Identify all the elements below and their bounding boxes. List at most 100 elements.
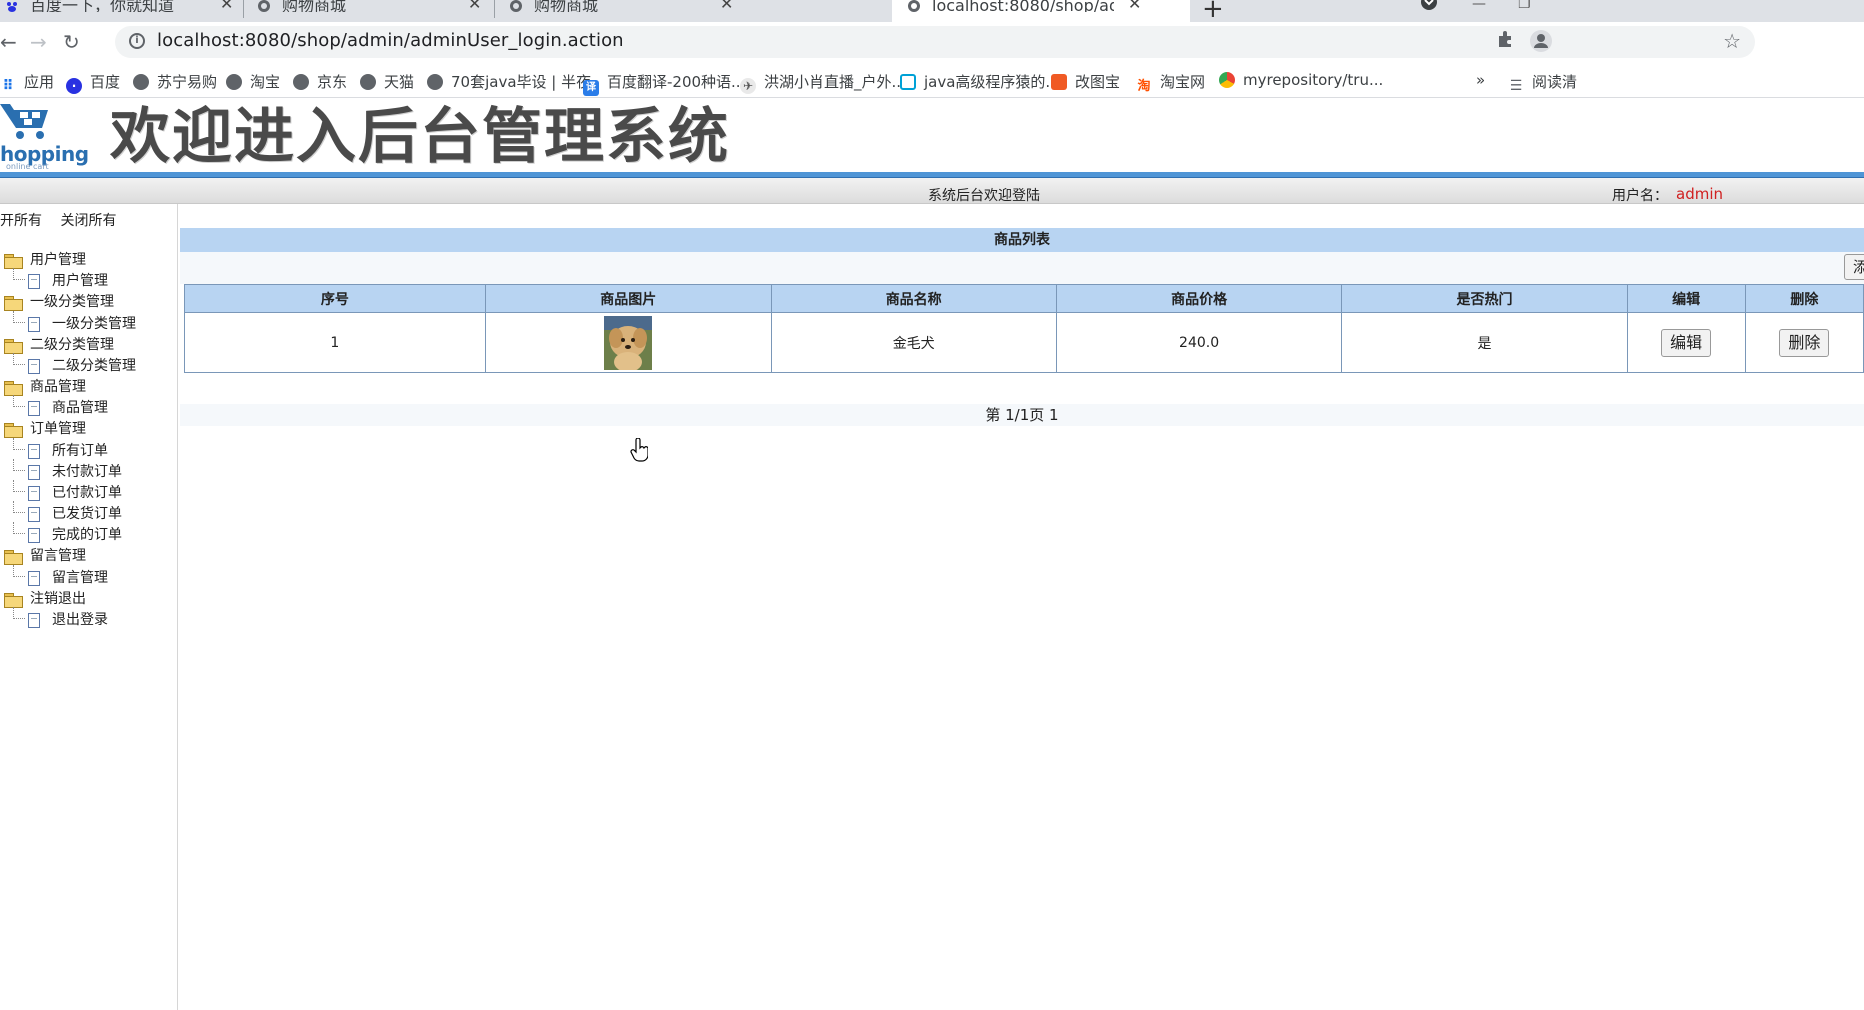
page-icon — [28, 317, 40, 332]
profile-icon[interactable] — [1530, 30, 1552, 57]
tab-baidu[interactable]: 百度一下，你就知道 ✕ — [4, 0, 240, 22]
info-icon[interactable]: i — [129, 33, 145, 49]
page-icon — [28, 359, 40, 374]
bookmark-taobaowang[interactable]: 淘淘宝网 — [1136, 71, 1205, 95]
collapse-all-link[interactable]: 关闭所有 — [60, 213, 116, 229]
tab-active-admin[interactable]: localhost:8080/shop/admin/ac ✕ — [892, 0, 1190, 22]
welcome-bar: 系统后台欢迎登陆 用户名： admin — [0, 178, 1864, 204]
close-icon[interactable]: ✕ — [720, 0, 733, 12]
sidebar-item-shipped-orders[interactable]: 已发货订单 — [0, 501, 122, 524]
apps-icon: ⠿ — [2, 78, 14, 94]
table-header-row: 序号 商品图片 商品名称 商品价格 是否热门 编辑 删除 — [184, 284, 1864, 313]
close-icon[interactable]: ✕ — [468, 0, 481, 12]
bookmark-suning[interactable]: 苏宁易购 — [133, 71, 217, 92]
back-icon[interactable]: ← — [0, 30, 17, 54]
bookmark-label: 70套java毕设 | 半夜 — [451, 73, 592, 91]
product-thumbnail[interactable] — [604, 315, 653, 372]
bookmark-apps[interactable]: ⠿ 应用 — [0, 71, 54, 94]
page-title: 欢迎进入后台管理系统 — [110, 102, 730, 172]
sidebar-group-product[interactable]: 商品管理 — [0, 377, 86, 397]
chevron-down-icon — [1421, 0, 1437, 10]
sidebar-item-logout[interactable]: 退出登录 — [0, 607, 108, 630]
sidebar-group-category1[interactable]: 一级分类管理 — [0, 292, 114, 312]
sidebar-group-category2[interactable]: 二级分类管理 — [0, 335, 114, 355]
tab-shop-2[interactable]: 购物商城 ✕ — [508, 0, 740, 22]
column-header: 是否热门 — [1341, 284, 1628, 313]
sidebar-group-logout[interactable]: 注销退出 — [0, 589, 86, 609]
delete-button[interactable]: 删除 — [1779, 328, 1830, 357]
username-value: admin — [1676, 185, 1723, 203]
cell-image — [484, 312, 772, 373]
add-bar: 添 — [180, 252, 1864, 284]
tree-line — [13, 395, 25, 407]
bookmark-repo[interactable]: myrepository/tru... — [1219, 71, 1383, 89]
sidebar-group-user[interactable]: 用户管理 — [0, 250, 86, 270]
bookmark-label: 淘宝 — [250, 73, 281, 91]
sidebar-item-unpaid-orders[interactable]: 未付款订单 — [0, 459, 122, 482]
sidebar-item-product[interactable]: 商品管理 — [0, 395, 108, 418]
sidebar-item-category2[interactable]: 二级分类管理 — [0, 353, 136, 376]
browser-tab-bar: 百度一下，你就知道 ✕ 购物商城 ✕ 购物商城 ✕ localhost:8080… — [0, 0, 1864, 24]
bookmark-taobao[interactable]: 淘宝 — [226, 71, 280, 92]
pagination[interactable]: 第 1/1页 1 — [180, 404, 1864, 426]
sidebar-group-order[interactable]: 订单管理 — [0, 419, 86, 439]
sidebar-item-category1[interactable]: 一级分类管理 — [0, 311, 136, 334]
avatar — [1530, 30, 1552, 52]
column-header: 商品名称 — [770, 284, 1057, 313]
bookmark-java[interactable]: 70套java毕设 | 半夜 — [427, 71, 591, 92]
column-header: 商品图片 — [484, 284, 772, 313]
bookmark-fanyi[interactable]: 译百度翻译-200种语... — [583, 71, 745, 96]
new-tab-button[interactable]: + — [1202, 0, 1224, 24]
browser-toolbar: ← → ↻ i localhost:8080/shop/admin/adminU… — [0, 22, 1864, 62]
forward-icon[interactable]: → — [30, 30, 47, 54]
bookmark-tmall[interactable]: 天猫 — [360, 71, 414, 92]
reload-icon[interactable]: ↻ — [63, 30, 80, 54]
item-label: 用户管理 — [52, 273, 108, 289]
group-label: 注销退出 — [30, 591, 86, 607]
table-row: 1 金毛犬 240.0 是 编辑 删除 — [184, 312, 1864, 373]
minimize-icon[interactable]: — — [1472, 0, 1486, 12]
restore-icon[interactable]: ❐ — [1518, 0, 1531, 12]
bookmark-star-icon[interactable]: ☆ — [1723, 29, 1741, 53]
edit-button[interactable]: 编辑 — [1661, 328, 1712, 357]
username-label: 用户名： — [1612, 188, 1668, 204]
logo-subtext: online cart — [6, 162, 49, 171]
tab-shop-1[interactable]: 购物商城 ✕ — [256, 0, 488, 22]
cell-price: 240.0 — [1055, 312, 1343, 373]
bookmarks-overflow-button[interactable]: » — [1476, 71, 1485, 89]
url-text[interactable]: localhost:8080/shop/admin/adminUser_logi… — [157, 30, 624, 51]
bookmark-label: 天猫 — [384, 73, 415, 91]
bookmark-baidu[interactable]: · 百度 — [66, 71, 120, 94]
expand-all-link[interactable]: 开所有 — [0, 213, 42, 229]
bookmark-live[interactable]: ✈ 洪湖小肖直播_户外... — [740, 71, 906, 94]
page-icon — [28, 444, 40, 459]
tree-line — [13, 607, 25, 619]
shop-logo: hopping online cart — [0, 100, 89, 171]
sidebar-item-paid-orders[interactable]: 已付款订单 — [0, 480, 122, 503]
tree-line — [13, 522, 25, 534]
page-icon — [28, 465, 40, 480]
sidebar-item-completed-orders[interactable]: 完成的订单 — [0, 522, 122, 545]
bookmark-label: 京东 — [317, 73, 348, 91]
folder-icon — [4, 339, 23, 354]
bookmark-gaitubao[interactable]: 改图宝 — [1051, 71, 1120, 92]
close-icon[interactable]: ✕ — [220, 0, 233, 12]
item-label: 已发货订单 — [52, 506, 122, 522]
group-label: 订单管理 — [30, 421, 86, 437]
tab-search-icon[interactable] — [1420, 0, 1438, 14]
bookmark-jd[interactable]: 京东 — [293, 71, 347, 92]
sidebar-item-all-orders[interactable]: 所有订单 — [0, 438, 108, 461]
sidebar-item-message[interactable]: 留言管理 — [0, 565, 108, 588]
reading-list-label: 阅读清 — [1532, 73, 1578, 91]
sidebar-group-message[interactable]: 留言管理 — [0, 546, 86, 566]
sidebar-item-user[interactable]: 用户管理 — [0, 268, 108, 291]
folder-icon — [4, 254, 23, 269]
close-icon[interactable]: ✕ — [1128, 0, 1141, 12]
group-label: 一级分类管理 — [30, 294, 114, 310]
extensions-icon[interactable] — [1496, 30, 1514, 53]
bookmark-bilibili[interactable]: java高级程序猿的... — [900, 71, 1060, 92]
add-button[interactable]: 添 — [1844, 254, 1864, 280]
list-title: 商品列表 — [180, 228, 1864, 252]
page-icon — [28, 571, 40, 586]
reading-list-button[interactable]: ☰ 阅读清 — [1508, 71, 1577, 94]
